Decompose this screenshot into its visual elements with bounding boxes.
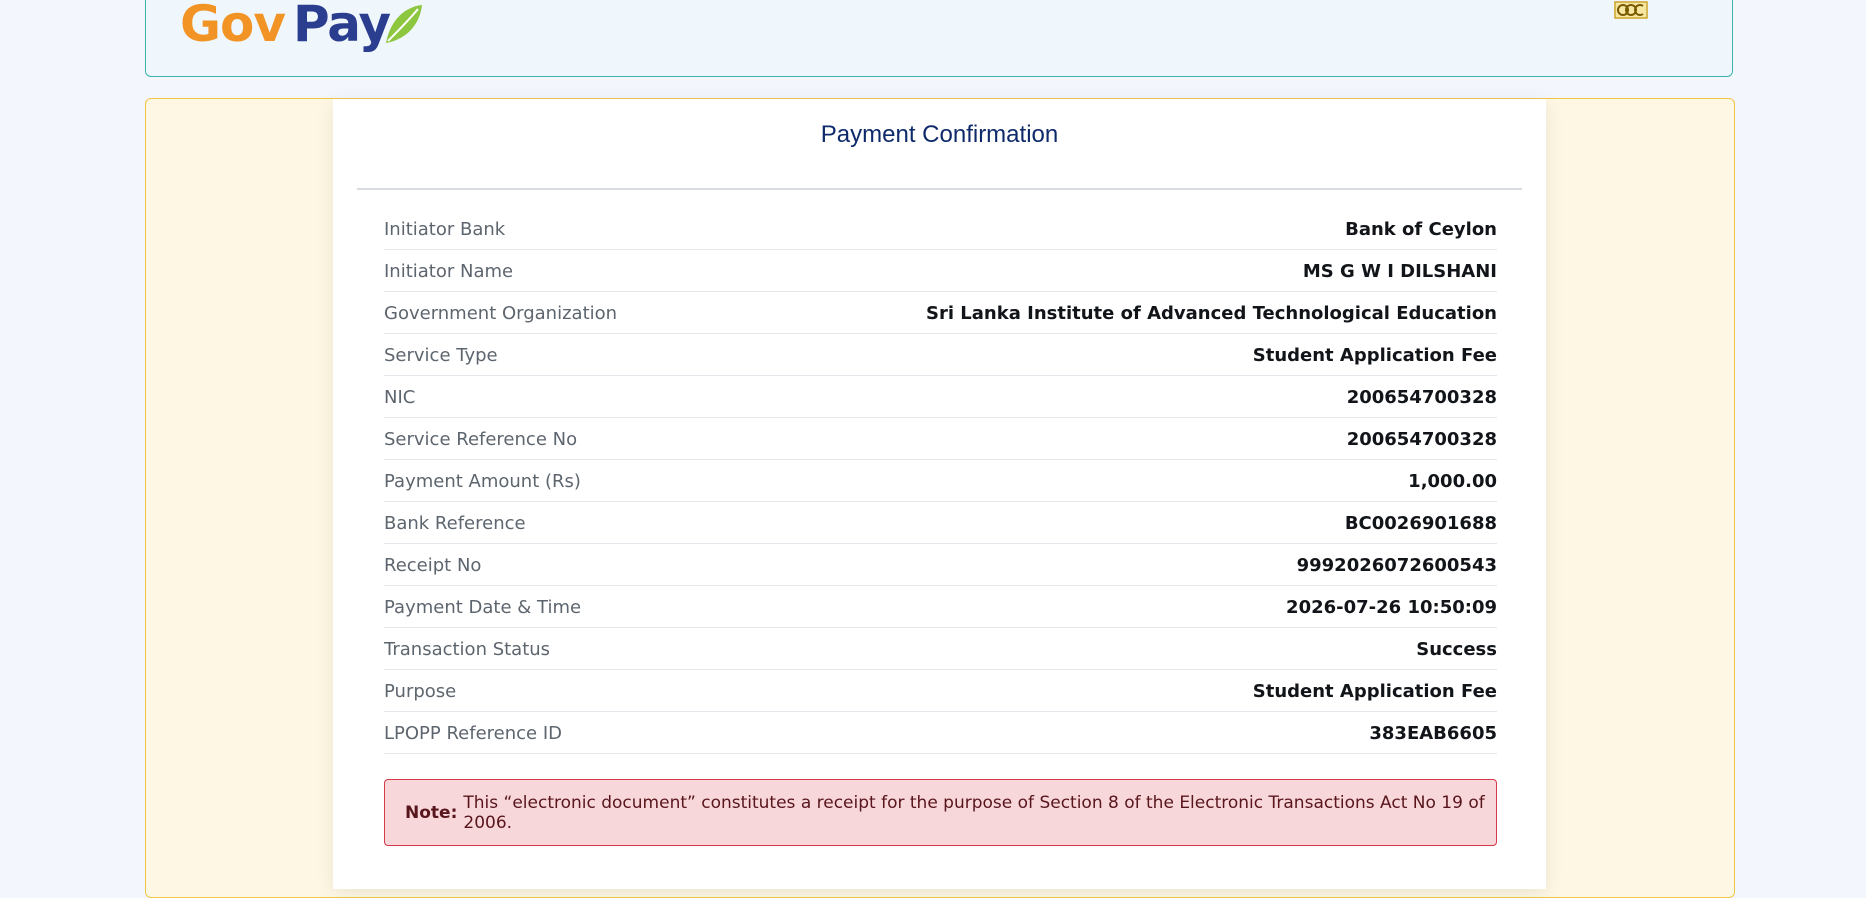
row-label: Government Organization [384,302,618,324]
leaf-icon [386,5,423,43]
row-label: Payment Amount (Rs) [384,470,581,492]
row-label: Initiator Name [384,260,514,282]
site-header: Gov Pay [145,0,1733,77]
note-text: This “electronic document” constitutes a… [463,792,1485,833]
receipt-note: Note: This “electronic document” constit… [384,779,1497,846]
row-government-organization: Government Organization Sri Lanka Instit… [384,293,1497,334]
boc-logo-icon [1614,1,1648,19]
row-payment-amount: Payment Amount (Rs) 1,000.00 [384,461,1497,502]
row-nic: NIC 200654700328 [384,377,1497,418]
row-service-type: Service Type Student Application Fee [384,335,1497,376]
card-title: Payment Confirmation [820,121,1059,148]
row-lpopp-reference-id: LPOPP Reference ID 383EAB6605 [384,713,1497,754]
logo-gov-text: Gov [180,0,286,53]
row-value: 1,000.00 [1408,470,1497,492]
row-purpose: Purpose Student Application Fee [384,671,1497,712]
row-value: BC0026901688 [1344,512,1497,534]
row-bank-reference: Bank Reference BC0026901688 [384,503,1497,544]
row-label: Purpose [384,680,457,702]
payment-confirmation-card: Payment Confirmation Initiator Bank Bank… [333,99,1546,889]
content-container: Payment Confirmation Initiator Bank Bank… [145,98,1735,898]
row-label: Service Reference No [384,428,578,450]
row-initiator-name: Initiator Name MS G W I DILSHANI [384,251,1497,292]
row-initiator-bank: Initiator Bank Bank of Ceylon [384,209,1497,250]
row-transaction-status: Transaction Status Success [384,629,1497,670]
details-table: Initiator Bank Bank of Ceylon Initiator … [384,209,1497,755]
title-divider [357,188,1522,190]
row-value: Bank of Ceylon [1345,218,1497,240]
row-value: 200654700328 [1346,386,1497,408]
row-value: 2026-07-26 10:50:09 [1286,596,1497,618]
row-value: 9992026072600543 [1296,554,1497,576]
note-label: Note: [405,802,458,823]
row-label: Service Type [384,344,498,366]
row-label: Transaction Status [384,638,551,660]
row-service-reference-no: Service Reference No 200654700328 [384,419,1497,460]
row-label: Payment Date & Time [384,596,582,618]
row-label: NIC [384,386,416,408]
row-value: Success [1416,638,1497,660]
row-value: Student Application Fee [1252,680,1497,702]
row-receipt-no: Receipt No 9992026072600543 [384,545,1497,586]
row-label: Initiator Bank [384,218,506,240]
govpay-logo[interactable]: Gov Pay [180,0,424,49]
row-label: Receipt No [384,554,482,576]
row-value: MS G W I DILSHANI [1302,260,1497,282]
row-label: LPOPP Reference ID [384,722,563,744]
row-value: 383EAB6605 [1369,722,1497,744]
row-value: Sri Lanka Institute of Advanced Technolo… [926,302,1497,324]
row-label: Bank Reference [384,512,526,534]
row-value: Student Application Fee [1252,344,1497,366]
logo-pay-text: Pay [292,0,391,53]
row-value: 200654700328 [1346,428,1497,450]
row-payment-date-time: Payment Date & Time 2026-07-26 10:50:09 [384,587,1497,628]
